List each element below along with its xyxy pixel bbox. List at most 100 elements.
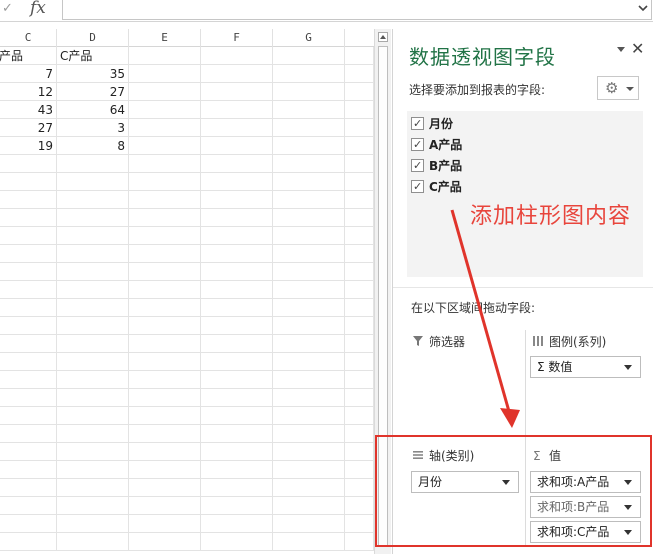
column-header-c[interactable]: C <box>0 29 57 47</box>
scroll-up-arrow-icon[interactable] <box>378 32 388 42</box>
cell[interactable] <box>273 461 345 479</box>
column-header-next[interactable] <box>345 29 374 47</box>
cell[interactable] <box>345 137 374 155</box>
cell[interactable] <box>345 353 374 371</box>
cell[interactable] <box>129 317 201 335</box>
cell[interactable] <box>345 47 374 65</box>
cell[interactable] <box>129 497 201 515</box>
cell[interactable] <box>129 389 201 407</box>
cell[interactable] <box>201 83 273 101</box>
cell[interactable] <box>273 101 345 119</box>
cell[interactable]: 27 <box>57 83 129 101</box>
cell[interactable] <box>273 533 345 551</box>
cell[interactable] <box>273 83 345 101</box>
cell[interactable] <box>273 155 345 173</box>
cell[interactable] <box>201 515 273 533</box>
cell[interactable] <box>129 155 201 173</box>
cell[interactable] <box>201 317 273 335</box>
cell[interactable] <box>345 191 374 209</box>
cell[interactable] <box>57 209 129 227</box>
cell[interactable] <box>57 497 129 515</box>
close-icon[interactable]: ✕ <box>631 39 644 58</box>
cell[interactable] <box>273 389 345 407</box>
cell[interactable] <box>0 443 57 461</box>
cell[interactable]: 64 <box>57 101 129 119</box>
cell[interactable] <box>57 245 129 263</box>
cell[interactable] <box>273 65 345 83</box>
cell[interactable]: C产品 <box>57 47 129 65</box>
tools-button[interactable]: ⚙ <box>597 76 639 100</box>
cell[interactable] <box>129 533 201 551</box>
cell[interactable] <box>273 425 345 443</box>
cell[interactable] <box>345 335 374 353</box>
cell[interactable] <box>129 299 201 317</box>
cell[interactable] <box>273 119 345 137</box>
cell[interactable] <box>0 299 57 317</box>
cell[interactable] <box>129 479 201 497</box>
cell[interactable] <box>57 263 129 281</box>
cell[interactable] <box>57 371 129 389</box>
cell[interactable] <box>57 425 129 443</box>
cell[interactable] <box>201 479 273 497</box>
cell[interactable] <box>0 245 57 263</box>
checkbox[interactable] <box>411 136 424 154</box>
cell[interactable] <box>0 497 57 515</box>
cell[interactable] <box>0 335 57 353</box>
cell[interactable] <box>129 425 201 443</box>
cell[interactable] <box>201 353 273 371</box>
cell[interactable] <box>345 533 374 551</box>
cell[interactable] <box>201 461 273 479</box>
cell[interactable]: 35 <box>57 65 129 83</box>
cell[interactable] <box>345 515 374 533</box>
cell[interactable] <box>273 227 345 245</box>
pane-options-icon[interactable] <box>617 47 625 52</box>
cell[interactable] <box>201 209 273 227</box>
cell[interactable] <box>273 407 345 425</box>
cell[interactable]: 27 <box>0 119 57 137</box>
cell[interactable] <box>345 65 374 83</box>
cell[interactable] <box>57 299 129 317</box>
cell[interactable] <box>57 515 129 533</box>
cell[interactable] <box>345 317 374 335</box>
cell[interactable] <box>0 515 57 533</box>
cell[interactable] <box>129 83 201 101</box>
checkbox[interactable] <box>411 115 424 133</box>
cell[interactable] <box>0 281 57 299</box>
cell[interactable] <box>57 353 129 371</box>
cell[interactable] <box>0 425 57 443</box>
cell[interactable] <box>57 533 129 551</box>
cell[interactable] <box>273 299 345 317</box>
cell[interactable] <box>345 407 374 425</box>
cell[interactable] <box>129 335 201 353</box>
cell[interactable]: 8 <box>57 137 129 155</box>
cell[interactable] <box>0 317 57 335</box>
cell[interactable] <box>129 119 201 137</box>
cell[interactable] <box>129 173 201 191</box>
cell[interactable] <box>0 371 57 389</box>
cell[interactable] <box>201 173 273 191</box>
cell[interactable] <box>57 191 129 209</box>
cell[interactable] <box>201 65 273 83</box>
cell[interactable] <box>273 371 345 389</box>
cell[interactable] <box>201 227 273 245</box>
cell[interactable] <box>273 209 345 227</box>
cell[interactable] <box>57 443 129 461</box>
cell[interactable] <box>273 173 345 191</box>
cell[interactable]: 19 <box>0 137 57 155</box>
cell[interactable] <box>345 173 374 191</box>
cell[interactable] <box>57 479 129 497</box>
cell[interactable] <box>129 245 201 263</box>
cell[interactable] <box>345 83 374 101</box>
chevron-down-icon[interactable] <box>624 365 632 370</box>
cell[interactable] <box>273 479 345 497</box>
cell[interactable] <box>273 353 345 371</box>
cell[interactable] <box>129 515 201 533</box>
cell[interactable] <box>0 533 57 551</box>
check-icon[interactable]: ✓ <box>2 1 13 16</box>
cell[interactable] <box>345 245 374 263</box>
formula-input[interactable] <box>62 0 652 20</box>
cell[interactable] <box>201 425 273 443</box>
cell[interactable] <box>201 371 273 389</box>
chevron-down-icon[interactable] <box>637 2 649 14</box>
cell[interactable] <box>0 191 57 209</box>
